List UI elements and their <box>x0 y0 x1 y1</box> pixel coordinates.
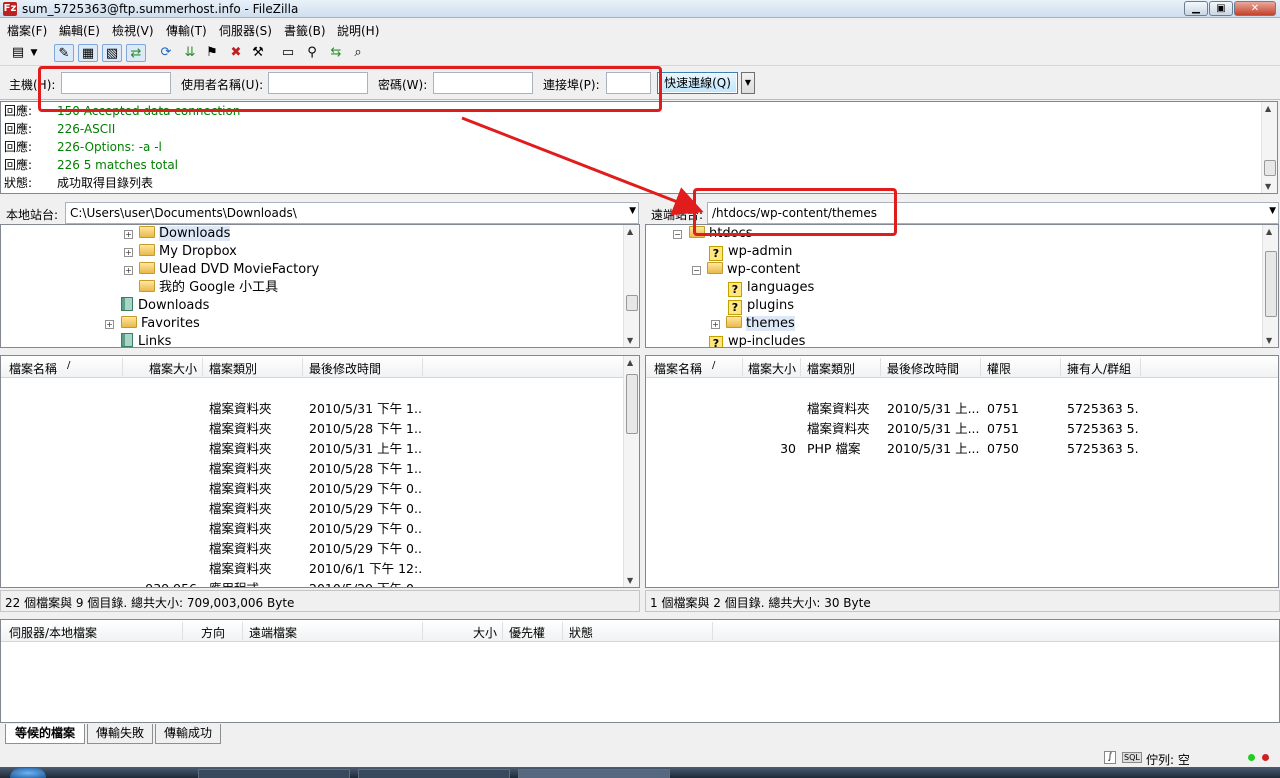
annotation-arrow <box>461 116 704 216</box>
